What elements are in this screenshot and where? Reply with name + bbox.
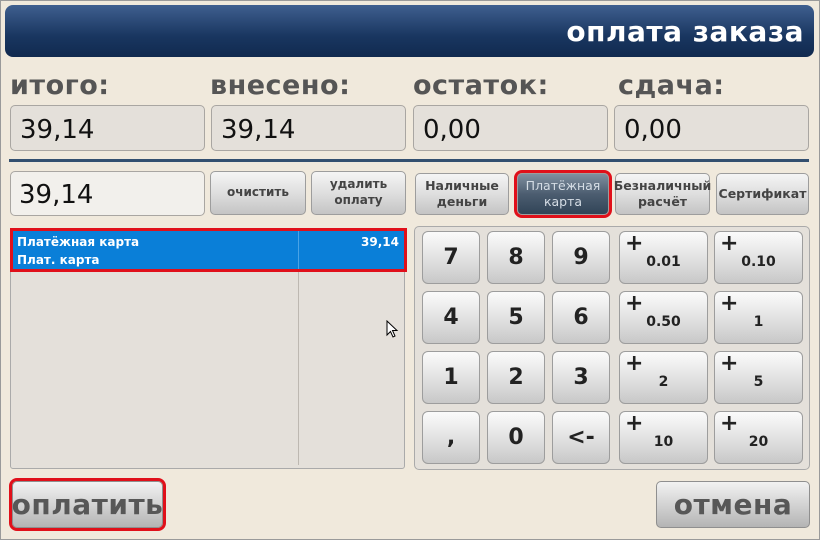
quick-add-2-button[interactable]: + 2	[619, 351, 708, 404]
key-0[interactable]: 0	[487, 411, 545, 464]
delete-payment-label-line1: удалить	[329, 177, 388, 192]
change-label: сдача:	[618, 70, 725, 101]
key-7[interactable]: 7	[422, 231, 480, 284]
change-field: 0,00	[614, 105, 809, 151]
quick-add-value: 0.01	[646, 254, 681, 270]
key-2[interactable]: 2	[487, 351, 545, 404]
key-3[interactable]: 3	[552, 351, 610, 404]
pay-button-label: оплатить	[11, 488, 164, 521]
quick-add-value: 0.10	[741, 254, 776, 270]
certificate-button-label: Сертификат	[718, 185, 807, 201]
plus-icon: +	[625, 291, 644, 316]
certificate-button[interactable]: Сертификат	[716, 173, 809, 215]
quick-add-1-button[interactable]: + 1	[714, 291, 803, 344]
cancel-button[interactable]: отмена	[656, 481, 810, 528]
quick-add-20-button[interactable]: + 20	[714, 411, 803, 464]
plus-icon: +	[625, 231, 644, 256]
delete-payment-button[interactable]: удалить оплату	[311, 171, 406, 215]
cashless-label-line2: расчёт	[637, 194, 688, 209]
remaining-field: 0,00	[413, 105, 608, 151]
quick-add-value: 20	[748, 434, 769, 450]
quick-add-value: 2	[658, 374, 669, 390]
payment-short-name: Плат. карта	[17, 253, 100, 267]
cash-label-line1: Наличные	[425, 177, 499, 193]
payment-card-button-label: Платёжная карта	[526, 178, 601, 211]
quick-add-value: 1	[753, 314, 764, 330]
key-8[interactable]: 8	[487, 231, 545, 284]
row-column-divider	[298, 231, 299, 269]
delete-payment-label-line2: оплату	[334, 193, 383, 207]
key-5[interactable]: 5	[487, 291, 545, 344]
key-1[interactable]: 1	[422, 351, 480, 404]
total-label: итого:	[10, 70, 110, 101]
quick-add-10-button[interactable]: + 10	[619, 411, 708, 464]
quick-add-value: 0.50	[646, 314, 681, 330]
divider	[9, 159, 809, 162]
plus-icon: +	[720, 291, 739, 316]
clear-button[interactable]: очистить	[210, 171, 306, 215]
cashless-button[interactable]: Безналичный расчёт	[614, 173, 712, 215]
page-title: оплата заказа	[5, 5, 814, 57]
clear-button-label: очистить	[227, 185, 289, 200]
quick-add-5-button[interactable]: + 5	[714, 351, 803, 404]
list-item[interactable]: Платёжная карта Плат. карта 39,14	[10, 228, 407, 272]
cash-label-line2: деньги	[436, 194, 488, 209]
cashless-button-label: Безналичный расчёт	[614, 178, 712, 211]
payment-amount: 39,14	[361, 235, 399, 249]
key-6[interactable]: 6	[552, 291, 610, 344]
plus-icon: +	[625, 351, 644, 376]
cashless-label-line1: Безналичный	[613, 177, 712, 193]
payment-card-button[interactable]: Платёжная карта	[514, 170, 612, 218]
key-4[interactable]: 4	[422, 291, 480, 344]
payment-name: Платёжная карта	[17, 235, 140, 249]
quick-add-0-50-button[interactable]: + 0.50	[619, 291, 708, 344]
quick-add-value: 5	[753, 374, 764, 390]
key-9[interactable]: 9	[552, 231, 610, 284]
mouse-cursor-icon	[386, 320, 399, 338]
cancel-button-label: отмена	[673, 488, 793, 521]
payments-list[interactable]: Платёжная карта Плат. карта 39,14	[10, 228, 407, 469]
card-label-line2: карта	[543, 194, 583, 209]
quick-add-0-01-button[interactable]: + 0.01	[619, 231, 708, 284]
quick-add-0-10-button[interactable]: + 0.10	[714, 231, 803, 284]
plus-icon: +	[720, 411, 739, 436]
card-label-line1: Платёжная	[525, 177, 601, 193]
key-comma[interactable]: ,	[422, 411, 480, 464]
delete-payment-label: удалить оплату	[330, 177, 387, 208]
key-backspace[interactable]: <-	[552, 411, 610, 464]
plus-icon: +	[720, 231, 739, 256]
paid-field: 39,14	[211, 105, 406, 151]
plus-icon: +	[625, 411, 644, 436]
cash-button[interactable]: Наличные деньги	[415, 173, 509, 215]
plus-icon: +	[720, 351, 739, 376]
pay-button[interactable]: оплатить	[9, 478, 166, 531]
remaining-label: остаток:	[413, 70, 549, 101]
quick-add-value: 10	[653, 434, 674, 450]
cash-button-label: Наличные деньги	[425, 178, 499, 211]
amount-input[interactable]: 39,14	[10, 171, 205, 216]
keypad: 7 8 9 4 5 6 1 2 3 , 0 <- + 0.01 + 0.10 +…	[414, 226, 810, 470]
paid-label: внесено:	[210, 70, 351, 101]
total-field: 39,14	[10, 105, 205, 151]
